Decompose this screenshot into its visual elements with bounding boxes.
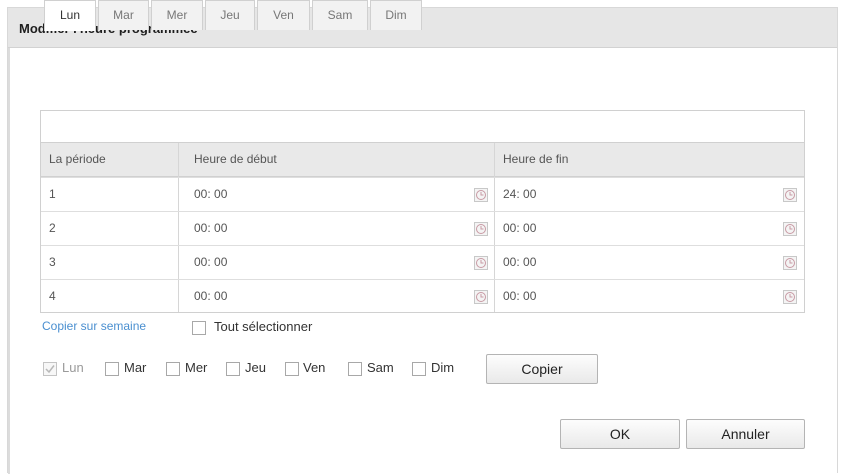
- table-row: 1 00: 00 24: 00: [41, 177, 804, 211]
- end-time-field[interactable]: 00: 00: [495, 212, 536, 245]
- copy-day-ven-checkbox[interactable]: [285, 362, 299, 376]
- table-row: 4 00: 00 00: 00: [41, 279, 804, 313]
- tab-ven[interactable]: Ven: [257, 0, 310, 30]
- clock-icon[interactable]: [474, 188, 488, 202]
- clock-icon[interactable]: [783, 290, 797, 304]
- table-header: La période Heure de début Heure de fin: [41, 143, 804, 177]
- end-time-field[interactable]: 00: 00: [495, 246, 536, 279]
- header-end: Heure de fin: [503, 152, 569, 166]
- tab-label: Sam: [327, 8, 353, 22]
- table-row: 2 00: 00 00: 00: [41, 211, 804, 245]
- tab-label: Dim: [385, 8, 407, 22]
- copy-day-mer-checkbox[interactable]: [166, 362, 180, 376]
- copy-button[interactable]: Copier: [486, 354, 598, 384]
- start-time-field[interactable]: 00: 00: [186, 280, 227, 313]
- clock-icon[interactable]: [474, 256, 488, 270]
- table-row: 3 00: 00 00: 00: [41, 245, 804, 279]
- copy-day-jeu-checkbox[interactable]: [226, 362, 240, 376]
- start-time-field[interactable]: 00: 00: [186, 178, 227, 211]
- copy-week-link[interactable]: Copier sur semaine: [42, 319, 146, 333]
- period-number: 1: [49, 187, 56, 201]
- copy-day-lun-checkbox[interactable]: [43, 362, 57, 376]
- clock-icon[interactable]: [474, 222, 488, 236]
- period-number: 3: [49, 255, 56, 269]
- clock-icon[interactable]: [783, 188, 797, 202]
- copy-day-label: Mar: [124, 360, 147, 375]
- tab-dim[interactable]: Dim: [370, 0, 422, 30]
- copy-day-dim-checkbox[interactable]: [412, 362, 426, 376]
- header-period: La période: [49, 152, 106, 166]
- tab-mar[interactable]: Mar: [98, 0, 149, 30]
- copy-day-label: Sam: [367, 360, 394, 375]
- period-number: 4: [49, 289, 56, 303]
- clock-icon[interactable]: [783, 222, 797, 236]
- clock-icon[interactable]: [783, 256, 797, 270]
- copy-day-label: Jeu: [245, 360, 266, 375]
- start-time-field[interactable]: 00: 00: [186, 212, 227, 245]
- start-time-field[interactable]: 00: 00: [186, 246, 227, 279]
- copy-day-mar-checkbox[interactable]: [105, 362, 119, 376]
- tab-label: Ven: [273, 8, 294, 22]
- tab-panel-strip: [40, 110, 805, 142]
- tab-label: Mer: [166, 8, 188, 22]
- copy-day-label: Mer: [185, 360, 208, 375]
- select-all-checkbox[interactable]: [192, 321, 206, 335]
- tab-label: Lun: [59, 8, 81, 22]
- dialog-left-edge: [8, 48, 10, 474]
- tab-mer[interactable]: Mer: [151, 0, 203, 30]
- ok-button[interactable]: OK: [560, 419, 680, 449]
- end-time-field[interactable]: 00: 00: [495, 280, 536, 313]
- schedule-table: La période Heure de début Heure de fin 1…: [40, 142, 805, 313]
- end-time-field[interactable]: 24: 00: [495, 178, 536, 211]
- copy-day-label: Dim: [431, 360, 455, 375]
- tab-label: Mar: [113, 8, 134, 22]
- select-all-label: Tout sélectionner: [214, 319, 313, 334]
- tab-label: Jeu: [220, 8, 240, 22]
- tab-lun[interactable]: Lun: [44, 0, 96, 31]
- header-start: Heure de début: [194, 152, 277, 166]
- copy-day-label: Lun: [62, 360, 84, 375]
- copy-day-sam-checkbox[interactable]: [348, 362, 362, 376]
- period-number: 2: [49, 221, 56, 235]
- clock-icon[interactable]: [474, 290, 488, 304]
- tab-jeu[interactable]: Jeu: [205, 0, 255, 30]
- cancel-button[interactable]: Annuler: [686, 419, 805, 449]
- tab-sam[interactable]: Sam: [312, 0, 368, 30]
- copy-day-label: Ven: [303, 360, 326, 375]
